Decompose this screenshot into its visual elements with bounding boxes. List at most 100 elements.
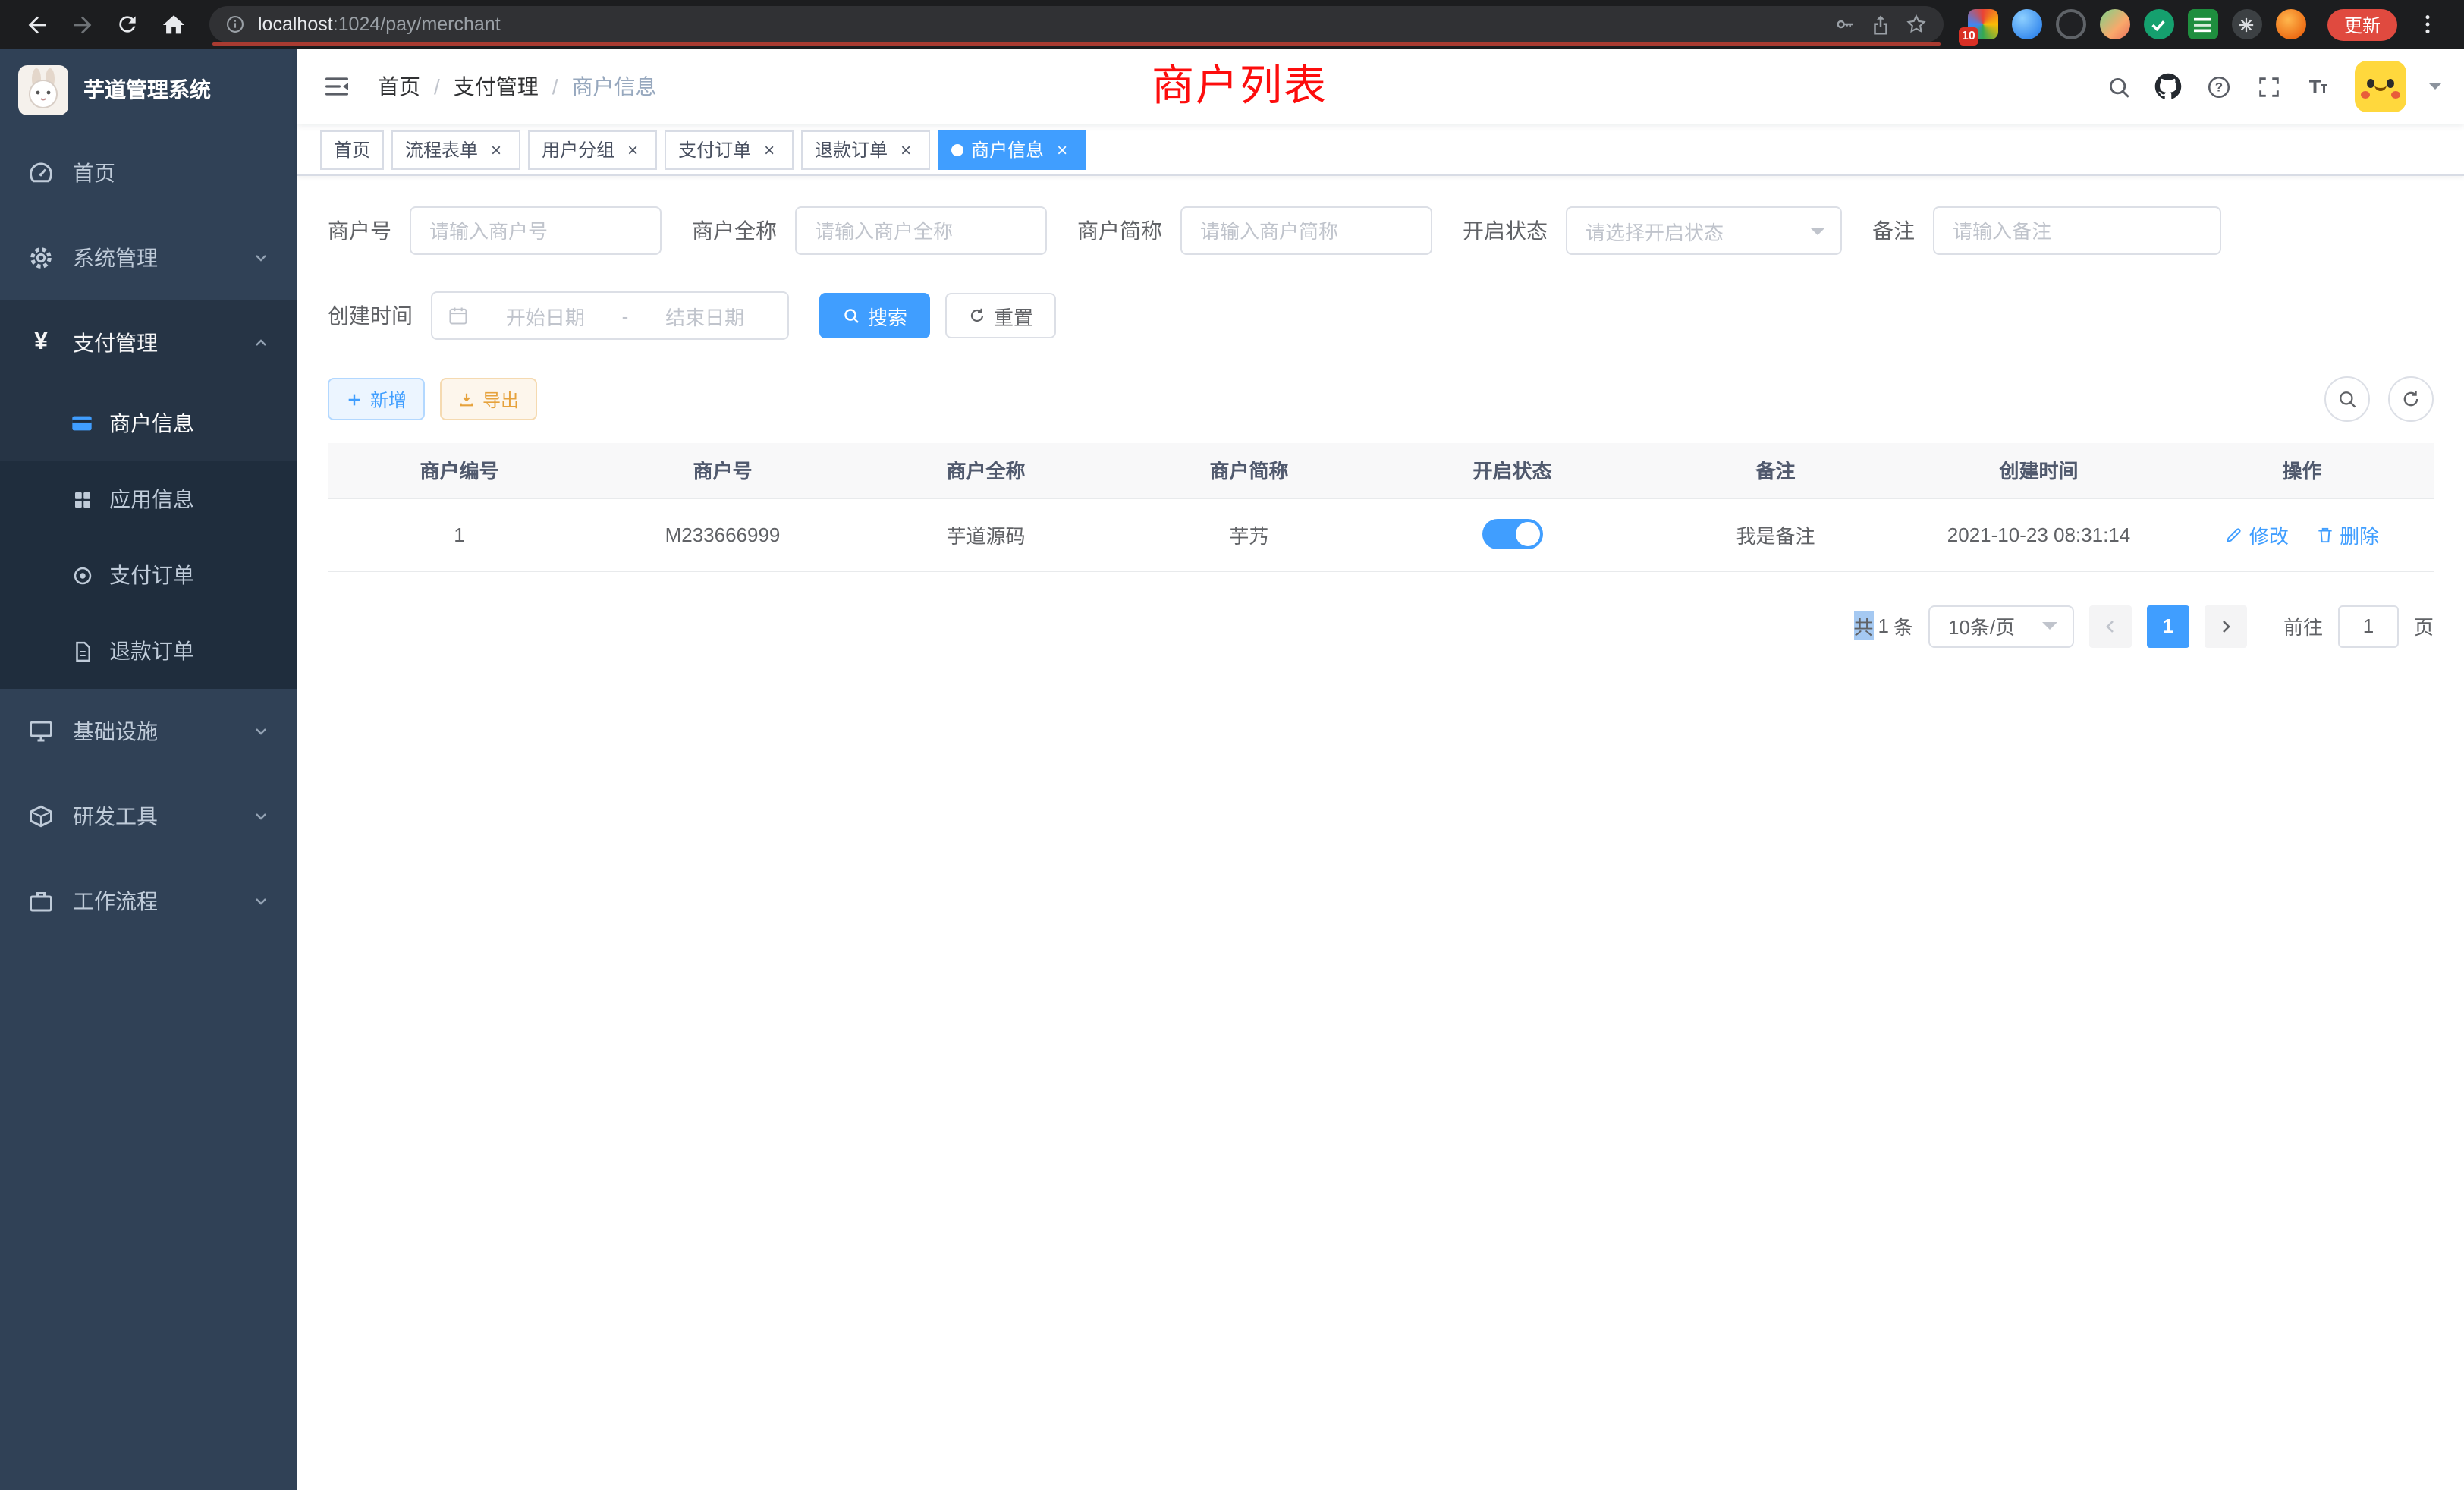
status-label: 开启状态 [1463, 215, 1548, 246]
page-size-value: 10条/页 [1948, 611, 2015, 640]
sidebar-item-label: 首页 [73, 158, 115, 188]
merchant-no-input[interactable] [410, 206, 662, 255]
cell-merchant-no: M233666999 [591, 498, 854, 571]
search-form-row-2: 创建时间 开始日期 - 结束日期 搜索 [328, 291, 2434, 340]
extension-check-icon[interactable] [2144, 9, 2174, 39]
url-path: :1024/pay/merchant [333, 14, 501, 35]
breadcrumb-item[interactable]: 支付管理 [454, 71, 539, 102]
page-size-select[interactable]: 10条/页 [1928, 605, 2074, 647]
date-start-placeholder[interactable]: 开始日期 [478, 301, 613, 330]
browser-forward-icon[interactable] [61, 3, 103, 46]
sidebar-item-pay-order[interactable]: 支付订单 [0, 537, 297, 613]
extension-pinwheel-icon[interactable] [2232, 9, 2262, 39]
help-question-icon[interactable]: ? [2205, 73, 2232, 100]
create-time-range-picker[interactable]: 开始日期 - 结束日期 [431, 291, 789, 340]
sidebar-item-system[interactable]: 系统管理 [0, 215, 297, 300]
user-avatar-pikachu[interactable] [2355, 61, 2406, 112]
search-button-label: 搜索 [868, 301, 907, 330]
edit-link[interactable]: 修改 [2225, 520, 2289, 549]
remark-input[interactable] [1933, 206, 2221, 255]
breadcrumb-item-current: 商户信息 [572, 71, 657, 102]
url-text: localhost:1024/pay/merchant [258, 14, 1821, 35]
header-search-icon[interactable] [2104, 73, 2132, 100]
date-end-placeholder[interactable]: 结束日期 [637, 301, 772, 330]
bank-card-icon [70, 411, 94, 435]
extension-colorful-icon[interactable]: 10 [1968, 9, 1998, 39]
sidebar-logo[interactable]: 芋道管理系统 [0, 49, 297, 130]
prev-page-button[interactable] [2089, 605, 2132, 647]
share-icon[interactable] [1869, 13, 1892, 36]
reset-button[interactable]: 重置 [945, 293, 1056, 338]
browser-home-icon[interactable] [152, 3, 194, 46]
tab-user-group[interactable]: 用户分组× [528, 130, 657, 169]
status-select[interactable]: 请选择开启状态 [1566, 206, 1842, 255]
goto-label: 前往 [2283, 611, 2323, 640]
toggle-search-circle-button[interactable] [2324, 376, 2370, 422]
delete-link[interactable]: 删除 [2315, 520, 2379, 549]
site-info-icon[interactable] [225, 14, 246, 35]
tab-close-icon[interactable]: × [486, 139, 507, 160]
extension-avatar-icon[interactable] [2100, 9, 2130, 39]
sidebar-item-payment[interactable]: ¥ 支付管理 [0, 300, 297, 385]
avatar-mouth [2374, 85, 2387, 91]
font-size-icon[interactable] [2305, 73, 2332, 100]
tab-label: 商户信息 [971, 137, 1044, 162]
sidebar-item-home[interactable]: 首页 [0, 130, 297, 215]
hamburger-fold-icon[interactable] [320, 70, 354, 103]
full-name-input[interactable] [795, 206, 1047, 255]
main-area: 首页 / 支付管理 / 商户信息 商户列表 ? [297, 49, 2464, 1490]
bookmark-star-icon[interactable] [1904, 12, 1928, 36]
status-toggle-on[interactable] [1482, 519, 1543, 549]
extensions-row: 10 [1968, 9, 2306, 39]
avatar-caret-down-icon[interactable] [2429, 83, 2441, 96]
page-content: 商户号 商户全称 商户简称 开启状态 请选择开启状态 [297, 176, 2464, 1490]
goto-page-input[interactable] [2338, 605, 2399, 647]
add-button[interactable]: 新增 [328, 378, 425, 420]
password-key-icon[interactable] [1833, 12, 1857, 36]
sidebar-item-label: 支付管理 [73, 328, 158, 358]
breadcrumb-item[interactable]: 首页 [378, 71, 420, 102]
tab-label: 首页 [334, 137, 370, 162]
tab-process-form[interactable]: 流程表单× [391, 130, 520, 169]
export-button[interactable]: 导出 [440, 378, 537, 420]
col-header-actions: 操作 [2170, 443, 2434, 498]
avatar-eye [2387, 79, 2394, 88]
tab-refund-order[interactable]: 退款订单× [801, 130, 930, 169]
col-header-short-name: 商户简称 [1117, 443, 1381, 498]
select-caret-icon [1810, 227, 1825, 242]
tab-close-icon[interactable]: × [759, 139, 780, 160]
tab-close-icon[interactable]: × [622, 139, 643, 160]
total-count-text: 共 1 条 [1853, 611, 1913, 640]
sidebar-item-app-info[interactable]: 应用信息 [0, 461, 297, 537]
pagination: 共 1 条 10条/页 1 前往 [328, 605, 2434, 647]
tab-close-icon[interactable]: × [1051, 139, 1073, 160]
browser-update-button[interactable]: 更新 [2327, 8, 2397, 40]
search-button[interactable]: 搜索 [819, 293, 930, 338]
extension-sheet-icon[interactable] [2188, 9, 2218, 39]
browser-menu-kebab-icon[interactable] [2406, 3, 2449, 46]
page-number-button[interactable]: 1 [2147, 605, 2189, 647]
sidebar-item-infra[interactable]: 基础设施 [0, 689, 297, 774]
sidebar-item-merchant-info[interactable]: 商户信息 [0, 385, 297, 461]
extension-record-icon[interactable] [2056, 9, 2086, 39]
extension-emoji-icon[interactable] [2276, 9, 2306, 39]
sidebar-item-dev-tools[interactable]: 研发工具 [0, 774, 297, 859]
fullscreen-icon[interactable] [2255, 73, 2282, 100]
sidebar-item-workflow[interactable]: 工作流程 [0, 859, 297, 944]
tab-pay-order[interactable]: 支付订单× [665, 130, 794, 169]
refresh-table-circle-button[interactable] [2388, 376, 2434, 422]
extension-blue-icon[interactable] [2012, 9, 2042, 39]
short-name-input[interactable] [1180, 206, 1432, 255]
browser-back-icon[interactable] [15, 3, 58, 46]
chevron-down-icon [252, 807, 270, 825]
sidebar-item-label: 研发工具 [73, 801, 158, 831]
next-page-button[interactable] [2205, 605, 2247, 647]
tab-merchant-info-active[interactable]: 商户信息 × [938, 130, 1086, 169]
github-icon[interactable] [2154, 73, 2182, 100]
browser-reload-icon[interactable] [106, 3, 149, 46]
col-header-id: 商户编号 [328, 443, 591, 498]
tab-home[interactable]: 首页 [320, 130, 384, 169]
sidebar-item-refund-order[interactable]: 退款订单 [0, 613, 297, 689]
address-bar[interactable]: localhost:1024/pay/merchant [209, 6, 1944, 42]
tab-close-icon[interactable]: × [895, 139, 916, 160]
